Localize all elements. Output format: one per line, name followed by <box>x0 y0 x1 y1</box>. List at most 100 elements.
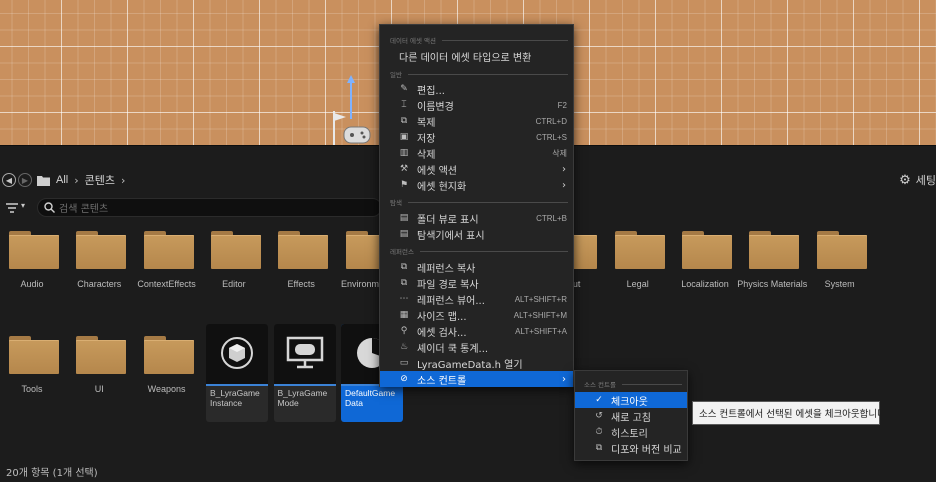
asset-name: B_LyraGame Instance <box>210 388 260 408</box>
filter-button[interactable]: ▾ <box>6 200 34 216</box>
menu-item[interactable]: ▤ 폴더 뷰로 표시 CTRL+B <box>380 210 573 226</box>
folder-body <box>816 235 867 269</box>
menu-item-label: 셰이더 쿡 통계... <box>417 343 489 355</box>
submenu-item[interactable]: ⏱ 히스토리 <box>575 424 687 440</box>
folder-body <box>76 235 127 269</box>
folder-tile[interactable]: System <box>809 221 871 301</box>
submenu-item[interactable]: ⧉ 디포와 버전 비교 <box>575 440 687 456</box>
menu-item-label: 이름변경 <box>417 101 454 113</box>
check-icon: ✓ <box>595 395 603 405</box>
section-divider <box>407 201 568 203</box>
diff-icon: ⧉ <box>595 443 603 453</box>
asset-type-bar <box>206 384 268 386</box>
forward-icon[interactable]: ▶ <box>18 173 32 187</box>
folder-tile[interactable]: Tools <box>1 326 63 406</box>
folder-view-icon: ▤ <box>399 213 409 223</box>
menu-item[interactable]: ⊘ 소스 컨트롤 › <box>380 371 573 387</box>
folder-tile[interactable]: Effects <box>270 221 332 301</box>
gear-icon: ⚙ <box>899 172 911 188</box>
settings-label: 세팅 <box>915 174 936 187</box>
folder-tile[interactable]: UI <box>68 326 130 406</box>
menu-item-label: 복제 <box>417 117 436 129</box>
section-title: 레퍼런스 <box>390 248 414 256</box>
back-icon[interactable]: ◀ <box>2 173 16 187</box>
section-title: 데이터 에셋 액션 <box>390 37 436 45</box>
menu-item-label: 에셋 액션 <box>417 165 457 177</box>
menu-section-header: 일반 <box>390 69 568 79</box>
menu-item-shortcut: 삭제 <box>552 148 567 158</box>
folder-icon <box>37 175 50 186</box>
menu-item-label: 사이즈 맵... <box>417 311 467 323</box>
search-icon <box>44 202 55 213</box>
header-file-icon: ▭ <box>399 358 409 368</box>
submenu-item[interactable]: ✓ 체크아웃 <box>575 392 687 408</box>
asset-name: DefaultGame Data <box>345 388 396 408</box>
menu-item[interactable]: ♨ 셰이더 쿡 통계... <box>380 339 573 355</box>
pencil-icon: ✎ <box>400 84 408 94</box>
player-start-gizmo[interactable] <box>330 75 375 145</box>
menu-item[interactable]: ▤ 탐색기에서 표시 <box>380 226 573 242</box>
copy-reference-icon: ⧉ <box>400 262 408 272</box>
menu-item-label: 폴더 뷰로 표시 <box>417 214 479 226</box>
menu-item[interactable]: ✎ 편집... <box>380 81 573 97</box>
duplicate-icon: ⧉ <box>400 116 408 126</box>
wrench-icon: ⚒ <box>399 164 409 174</box>
rename-icon: ⌶ <box>401 100 407 110</box>
folder-tile[interactable]: Legal <box>607 221 669 301</box>
breadcrumb-all[interactable]: All <box>56 174 68 186</box>
menu-item[interactable]: 다른 데이터 에셋 타입으로 변환 <box>380 48 573 64</box>
folder-body <box>9 235 59 269</box>
submenu-item-label: 체크아웃 <box>611 396 648 408</box>
menu-item[interactable]: ⚲ 에셋 검사... ALT+SHIFT+A <box>380 323 573 339</box>
submenu-item-label: 디포와 버전 비교 <box>611 444 682 456</box>
menu-item[interactable]: ⧉ 파일 경로 복사 <box>380 275 573 291</box>
folder-body <box>614 235 665 269</box>
filter-icon <box>6 203 18 213</box>
folder-icon <box>614 231 665 269</box>
section-divider <box>419 250 568 252</box>
search-input[interactable]: 검색 콘텐츠 <box>37 198 382 217</box>
menu-item-label: 탐색기에서 표시 <box>417 230 485 242</box>
folder-tile[interactable]: Editor <box>203 221 265 301</box>
chevron-right-icon[interactable]: › <box>121 174 125 187</box>
menu-item[interactable]: ▣ 저장 CTRL+S <box>380 129 573 145</box>
menu-item-shortcut: CTRL+B <box>536 213 567 223</box>
folder-tile[interactable]: Characters <box>68 221 130 301</box>
menu-item[interactable]: ⚒ 에셋 액션 › <box>380 161 573 177</box>
reference-viewer-icon: ⋯ <box>399 294 409 304</box>
submenu-item[interactable]: ↺ 새로 고침 <box>575 408 687 424</box>
chevron-right-icon: › <box>74 173 79 187</box>
shader-icon: ♨ <box>399 342 409 352</box>
menu-item[interactable]: ⌶ 이름변경 F2 <box>380 97 573 113</box>
asset-tile[interactable]: B_LyraGame Mode <box>273 324 336 422</box>
menu-item-shortcut: F2 <box>557 100 567 110</box>
menu-item[interactable]: ⧉ 레퍼런스 복사 <box>380 259 573 275</box>
checkout-tooltip: 소스 컨트롤에서 선택된 에셋을 체크아웃합니다. <box>692 401 889 425</box>
section-title: 탐색 <box>390 199 402 207</box>
asset-thumbnail <box>273 324 336 384</box>
menu-item[interactable]: ▭ LyraGameData.h 열기 <box>380 355 573 371</box>
folder-tile[interactable]: ContextEffects <box>136 221 198 301</box>
section-divider <box>621 383 682 385</box>
folder-tile[interactable]: Audio <box>1 221 63 301</box>
folder-icon <box>143 336 194 374</box>
section-title: 일반 <box>390 71 402 79</box>
menu-item[interactable]: ▥ 삭제 삭제 <box>380 145 573 161</box>
asset-tile[interactable]: B_LyraGame Instance <box>206 324 268 422</box>
folder-icon <box>76 336 127 374</box>
audit-icon: ⚲ <box>400 326 408 336</box>
settings-button[interactable]: ⚙ 세팅 <box>899 170 936 190</box>
folder-tile[interactable]: Localization <box>674 221 736 301</box>
folder-tile[interactable]: Physics Materials <box>737 221 807 301</box>
breadcrumb-content[interactable]: 콘텐츠 <box>85 172 115 188</box>
menu-item-label: 삭제 <box>417 149 436 161</box>
menu-item[interactable]: ⚑ 에셋 현지화 › <box>380 177 573 193</box>
size-map-icon: ▦ <box>399 310 409 320</box>
folder-body <box>682 235 732 269</box>
menu-item[interactable]: ▦ 사이즈 맵... ALT+SHIFT+M <box>380 307 573 323</box>
folder-tile[interactable]: Weapons <box>136 326 198 406</box>
menu-item[interactable]: ⋯ 레퍼런스 뷰어... ALT+SHIFT+R <box>380 291 573 307</box>
menu-section-header: 탐색 <box>390 197 568 207</box>
folder-icon <box>816 231 867 269</box>
menu-item[interactable]: ⧉ 복제 CTRL+D <box>380 113 573 129</box>
